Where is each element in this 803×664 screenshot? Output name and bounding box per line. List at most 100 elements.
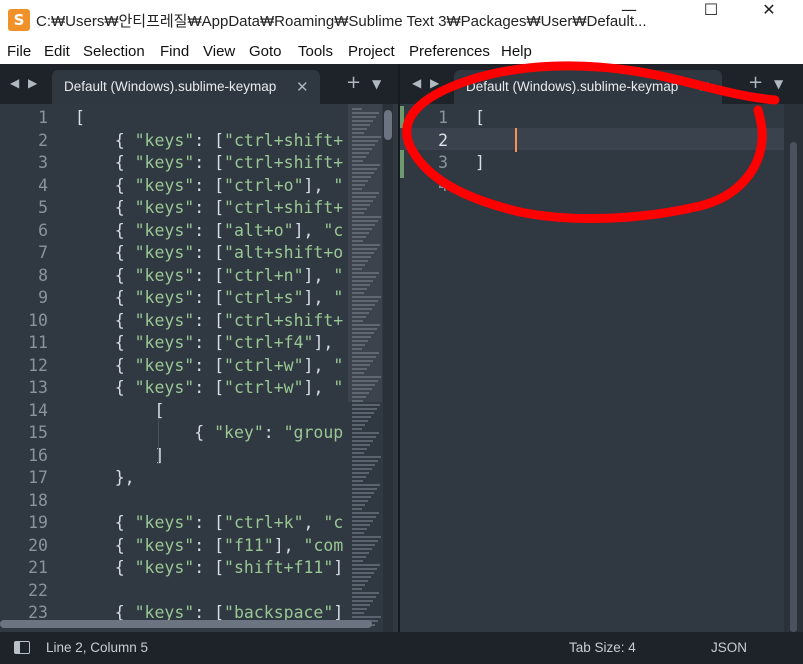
code-line[interactable]: [ bbox=[475, 108, 485, 127]
toggle-panel-icon[interactable] bbox=[14, 641, 30, 654]
code-line[interactable]: { "keys": ["shift+f11"] bbox=[75, 558, 344, 577]
new-tab-plus-icon[interactable]: + bbox=[748, 72, 763, 93]
tab-list-down-icon[interactable]: ▼ bbox=[774, 77, 783, 91]
syntax-selector[interactable]: JSON bbox=[711, 640, 747, 655]
code-line[interactable]: { "keys": ["ctrl+s"], " bbox=[75, 288, 344, 307]
tab-default-keymap-left[interactable]: Default (Windows).sublime-keymap ✕ bbox=[52, 70, 320, 104]
minimap-line bbox=[352, 228, 372, 230]
vertical-scrollbar-thumb[interactable] bbox=[790, 142, 797, 632]
code-line[interactable]: { "keys": ["alt+o"], "c bbox=[75, 221, 344, 240]
code-line[interactable]: [ bbox=[75, 108, 85, 127]
minimap-line bbox=[352, 316, 366, 318]
menu-project[interactable]: Project bbox=[348, 43, 395, 60]
minimap-line bbox=[352, 284, 370, 286]
left-tab-bar: ◀ ▶ Default (Windows).sublime-keymap ✕ +… bbox=[0, 64, 398, 104]
tab-next-icon[interactable]: ▶ bbox=[430, 76, 439, 90]
menu-view[interactable]: View bbox=[203, 43, 235, 60]
minimap-line bbox=[352, 524, 370, 526]
minimap-line bbox=[352, 576, 371, 578]
code-line[interactable]: { "keys": ["ctrl+k", "c bbox=[75, 513, 344, 532]
tab-prev-icon[interactable]: ◀ bbox=[412, 76, 421, 90]
minimap-line bbox=[352, 472, 369, 474]
vertical-scrollbar-thumb[interactable] bbox=[384, 110, 392, 140]
status-bar: Line 2, Column 5 Tab Size: 4 JSON bbox=[0, 632, 803, 664]
menu-selection[interactable]: Selection bbox=[83, 43, 145, 60]
code-line[interactable]: { "keys": ["ctrl+shift+ bbox=[75, 153, 344, 172]
cursor-position: Line 2, Column 5 bbox=[46, 640, 149, 655]
minimap-line bbox=[352, 544, 375, 546]
tab-list-down-icon[interactable]: ▼ bbox=[372, 77, 381, 91]
code-line[interactable]: { "keys": ["alt+shift+o bbox=[75, 243, 344, 262]
tab-size-setting[interactable]: Tab Size: 4 bbox=[569, 640, 636, 655]
close-tab-icon[interactable]: ✕ bbox=[296, 78, 309, 96]
minimap-line bbox=[352, 616, 381, 618]
minimap-line bbox=[352, 140, 378, 142]
minimap-line bbox=[352, 392, 369, 394]
minimap-line bbox=[352, 368, 367, 370]
menu-edit[interactable]: Edit bbox=[44, 43, 70, 60]
right-editor-pane[interactable]: 1 2 3 4 [] bbox=[400, 104, 803, 632]
minimap-line bbox=[352, 572, 374, 574]
minimap-line bbox=[352, 536, 381, 538]
code-line[interactable]: ] bbox=[475, 153, 485, 172]
minimap-line bbox=[352, 272, 379, 274]
minimap-line bbox=[352, 352, 379, 354]
code-line[interactable]: ] bbox=[75, 446, 164, 465]
menu-tools[interactable]: Tools bbox=[298, 43, 333, 60]
minimap-line bbox=[352, 552, 369, 554]
menu-goto[interactable]: Goto bbox=[249, 43, 282, 60]
minimap-line bbox=[352, 428, 362, 430]
title-bar: S C:₩Users₩안티프레질₩AppData₩Roaming₩Sublime… bbox=[0, 0, 803, 40]
minimap-line bbox=[352, 412, 374, 414]
minimap[interactable] bbox=[348, 104, 382, 632]
close-tab-icon[interactable]: ✕ bbox=[698, 78, 711, 96]
line-number: 3 bbox=[38, 153, 48, 172]
minimap-line bbox=[352, 308, 372, 310]
code-line[interactable]: [ bbox=[75, 401, 164, 420]
menu-help[interactable]: Help bbox=[501, 43, 532, 60]
code-line[interactable]: { "keys": ["ctrl+f4"], bbox=[75, 333, 343, 352]
vertical-scroll-track[interactable] bbox=[383, 104, 393, 632]
code-line[interactable]: { "keys": ["ctrl+o"], " bbox=[75, 176, 344, 195]
line-number: 5 bbox=[38, 198, 48, 217]
minimap-line bbox=[352, 172, 374, 174]
minimize-button[interactable]: — bbox=[600, 0, 658, 40]
close-window-button[interactable]: ✕ bbox=[740, 0, 798, 40]
minimap-line bbox=[352, 180, 368, 182]
minimap-line bbox=[352, 528, 367, 530]
code-line[interactable]: { "keys": ["ctrl+n"], " bbox=[75, 266, 344, 285]
line-number: 6 bbox=[38, 220, 48, 240]
code-line[interactable]: { "keys": ["ctrl+shift+ bbox=[75, 198, 344, 217]
menu-find[interactable]: Find bbox=[160, 43, 189, 60]
code-line[interactable]: { "key": "group bbox=[75, 423, 343, 442]
minimap-line bbox=[352, 612, 364, 614]
line-number: 21 bbox=[28, 558, 48, 577]
code-line[interactable]: { "keys": ["ctrl+w"], " bbox=[75, 356, 344, 375]
new-tab-plus-icon[interactable]: + bbox=[346, 72, 361, 93]
menu-preferences[interactable]: Preferences bbox=[409, 43, 490, 60]
minimap-line bbox=[352, 120, 373, 122]
menu-file[interactable]: File bbox=[7, 43, 31, 60]
tab-next-icon[interactable]: ▶ bbox=[28, 76, 37, 90]
horizontal-scrollbar-thumb[interactable] bbox=[0, 620, 372, 628]
tab-prev-icon[interactable]: ◀ bbox=[10, 76, 19, 90]
line-number: 22 bbox=[28, 580, 48, 600]
line-number-gutter: 1 2 3 4 bbox=[400, 104, 458, 632]
line-number: 13 bbox=[28, 378, 48, 397]
code-line[interactable]: { "keys": ["ctrl+shift+ bbox=[75, 131, 344, 150]
tab-default-keymap-right[interactable]: Default (Windows).sublime-keymap ✕ bbox=[454, 70, 722, 104]
code-line[interactable]: { "keys": ["f11"], "com bbox=[75, 536, 344, 555]
minimap-line bbox=[352, 216, 381, 218]
minimap-line bbox=[352, 208, 367, 210]
code-line[interactable]: }, bbox=[75, 468, 135, 487]
minimap-line bbox=[352, 568, 377, 570]
maximize-button[interactable]: ☐ bbox=[682, 0, 740, 40]
minimap-line bbox=[352, 336, 371, 338]
tab-label: Default (Windows).sublime-keymap bbox=[466, 79, 679, 94]
code-line[interactable]: { "keys": ["ctrl+w"], " bbox=[75, 378, 344, 397]
minimap-line bbox=[352, 344, 365, 346]
code-line[interactable]: { "keys": ["ctrl+shift+ bbox=[75, 311, 344, 330]
minimap-line bbox=[352, 476, 366, 478]
left-editor-pane[interactable]: 1 2 3 4 5 6 7 8 9 10 11 12 13 14 15 16 17 18 19 20 21 22 23 [ … bbox=[0, 104, 398, 632]
minimap-line bbox=[352, 588, 362, 590]
